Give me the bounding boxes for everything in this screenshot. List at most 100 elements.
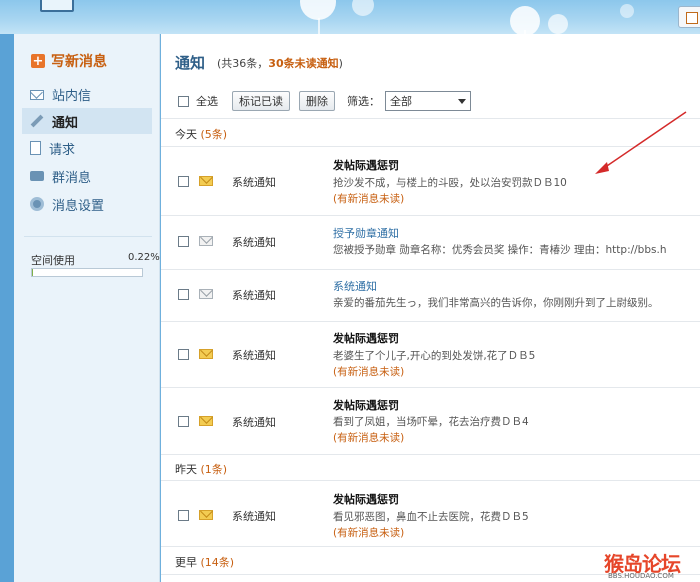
notification-subject[interactable]: 发帖际遇惩罚 xyxy=(333,330,399,346)
sidebar: + 写新消息 站内信 通知 请求 群消息 消息设置 空间使用 0.22% xyxy=(14,34,160,582)
watermark-url: BBS.HOUDAO.COM xyxy=(608,572,674,580)
group-yesterday: 昨天 (1条) xyxy=(175,461,227,477)
left-gutter xyxy=(0,34,14,582)
sidebar-item-inbox[interactable]: 站内信 xyxy=(22,81,152,107)
notification-summary: (共36条，30条未读通知) xyxy=(217,55,343,71)
watermark-logo: 猴岛论坛 BBS.HOUDAO.COM xyxy=(604,548,700,582)
sidebar-item-requests[interactable]: 请求 xyxy=(22,135,152,161)
sidebar-item-label: 群消息 xyxy=(52,170,92,186)
group-earlier: 更早 (14条) xyxy=(175,554,234,570)
notification-source: 系统通知 xyxy=(232,289,276,302)
dandelion-decoration xyxy=(300,0,336,20)
space-usage-fill xyxy=(32,269,34,276)
row-checkbox[interactable] xyxy=(178,176,189,187)
notification-row[interactable]: 系统通知 发帖际遇惩罚 看见邪恶图，鼻血不止去医院，花费ＤＢ5 (有新消息未读) xyxy=(161,481,700,545)
dandelion-stem xyxy=(318,18,320,34)
unread-flag: (有新消息未读) xyxy=(333,193,405,205)
page-title: 通知 xyxy=(175,54,206,72)
notification-source: 系统通知 xyxy=(232,236,276,249)
unread-envelope-icon xyxy=(199,349,213,359)
chat-bubble-icon xyxy=(30,171,44,181)
row-checkbox[interactable] xyxy=(178,289,189,300)
compose-message-button[interactable]: + 写新消息 xyxy=(31,51,107,71)
dandelion-decoration xyxy=(548,14,568,34)
row-checkbox[interactable] xyxy=(178,349,189,360)
filter-value: 全部 xyxy=(390,95,412,108)
space-usage-label: 空间使用 xyxy=(31,254,75,267)
delete-button[interactable]: 删除 xyxy=(299,91,335,111)
mail-icon xyxy=(30,90,44,100)
mark-read-button[interactable]: 标记已读 xyxy=(232,91,290,111)
sidebar-item-label: 消息设置 xyxy=(52,198,105,214)
read-envelope-icon xyxy=(199,289,213,299)
space-usage-bar xyxy=(31,268,143,277)
group-today: 今天 (5条) xyxy=(175,126,227,142)
notification-source: 系统通知 xyxy=(232,416,276,429)
select-all-checkbox[interactable] xyxy=(178,95,189,107)
divider xyxy=(24,236,152,237)
filter-select[interactable]: 全部 xyxy=(385,91,471,111)
notification-subject[interactable]: 发帖际遇惩罚 xyxy=(333,157,399,173)
unread-flag: (有新消息未读) xyxy=(333,432,405,444)
compose-label: 写新消息 xyxy=(51,54,107,70)
notification-body: 亲爱的番茄先生っ，我们非常高兴的告诉你，你刚刚升到了上尉级别。 xyxy=(333,297,659,309)
dandelion-decoration xyxy=(352,0,374,16)
sidebar-item-label: 请求 xyxy=(49,142,76,158)
sidebar-item-group-messages[interactable]: 群消息 xyxy=(22,163,152,189)
notification-source: 系统通知 xyxy=(232,176,276,189)
notification-body: 抢沙发不成，与楼上的斗殴，处以治安罚款ＤＢ10 xyxy=(333,177,567,189)
divider xyxy=(161,546,700,547)
edit-icon[interactable] xyxy=(678,6,700,28)
divider xyxy=(161,454,700,455)
sidebar-item-message-settings[interactable]: 消息设置 xyxy=(22,191,152,217)
notification-subject[interactable]: 发帖际遇惩罚 xyxy=(333,491,399,507)
group-label: 更早 xyxy=(175,556,197,569)
dandelion-decoration xyxy=(620,4,634,18)
unread-flag: (有新消息未读) xyxy=(333,527,405,539)
row-checkbox[interactable] xyxy=(178,236,189,247)
pencil-icon xyxy=(30,114,44,128)
notification-body: 看见邪恶图，鼻血不止去医院，花费ＤＢ5 xyxy=(333,511,529,523)
summary-prefix: (共36条， xyxy=(217,57,269,70)
unread-envelope-icon xyxy=(199,176,213,186)
notification-subject[interactable]: 发帖际遇惩罚 xyxy=(333,397,399,413)
space-usage-percent: 0.22% xyxy=(128,252,160,263)
annotation-arrow xyxy=(595,111,687,174)
notification-row[interactable]: 系统通知 授予勋章通知 您被授予勋章 勋章名称：优秀会员奖 操作：青椿沙 理由：… xyxy=(161,216,700,268)
toolbar: 全选 标记已读 删除 筛选： 全部 xyxy=(178,90,698,112)
notification-source: 系统通知 xyxy=(232,510,276,523)
group-count: (1条) xyxy=(200,463,228,476)
filter-label: 筛选： xyxy=(347,95,380,108)
select-all-label: 全选 xyxy=(196,95,218,108)
sidebar-item-label: 站内信 xyxy=(52,88,92,104)
notification-source: 系统通知 xyxy=(232,349,276,362)
unread-flag: (有新消息未读) xyxy=(333,366,405,378)
group-label: 昨天 xyxy=(175,463,197,476)
summary-suffix: ) xyxy=(338,57,343,70)
notification-row[interactable]: 系统通知 发帖际遇惩罚 看到了凤姐，当场吓晕，花去治疗费ＤＢ4 (有新消息未读) xyxy=(161,388,700,454)
notification-subject[interactable]: 授予勋章通知 xyxy=(333,225,399,241)
chevron-down-icon xyxy=(458,98,466,104)
row-checkbox[interactable] xyxy=(178,416,189,427)
row-checkbox[interactable] xyxy=(178,510,189,521)
sidebar-item-notifications[interactable]: 通知 xyxy=(22,108,152,134)
top-banner xyxy=(0,0,700,34)
notification-body: 您被授予勋章 勋章名称：优秀会员奖 操作：青椿沙 理由：http://bbs.h xyxy=(333,244,667,256)
notification-row[interactable]: 系统通知 发帖际遇惩罚 老婆生了个儿子,开心的到处发饼,花了ＤＢ5 (有新消息未… xyxy=(161,322,700,386)
notification-body: 老婆生了个儿子,开心的到处发饼,花了ＤＢ5 xyxy=(333,350,536,362)
notification-row[interactable]: 系统通知 系统通知 亲爱的番茄先生っ，我们非常高兴的告诉你，你刚刚升到了上尉级别… xyxy=(161,270,700,322)
sidebar-item-label: 通知 xyxy=(52,115,79,131)
plus-icon: + xyxy=(31,53,45,69)
document-icon xyxy=(30,141,41,155)
settings-icon xyxy=(30,197,44,211)
unread-envelope-icon xyxy=(199,416,213,426)
group-count: (5条) xyxy=(200,128,228,141)
unread-envelope-icon xyxy=(199,510,213,520)
main-panel: 通知 (共36条，30条未读通知) 全选 标记已读 删除 筛选： 全部 今天 (… xyxy=(161,34,700,582)
group-label: 今天 xyxy=(175,128,197,141)
read-envelope-icon xyxy=(199,236,213,246)
notification-subject[interactable]: 系统通知 xyxy=(333,278,377,294)
unread-count: 30条未读通知 xyxy=(268,57,339,70)
notification-body: 看到了凤姐，当场吓晕，花去治疗费ＤＢ4 xyxy=(333,416,529,428)
group-count: (14条) xyxy=(200,556,235,569)
